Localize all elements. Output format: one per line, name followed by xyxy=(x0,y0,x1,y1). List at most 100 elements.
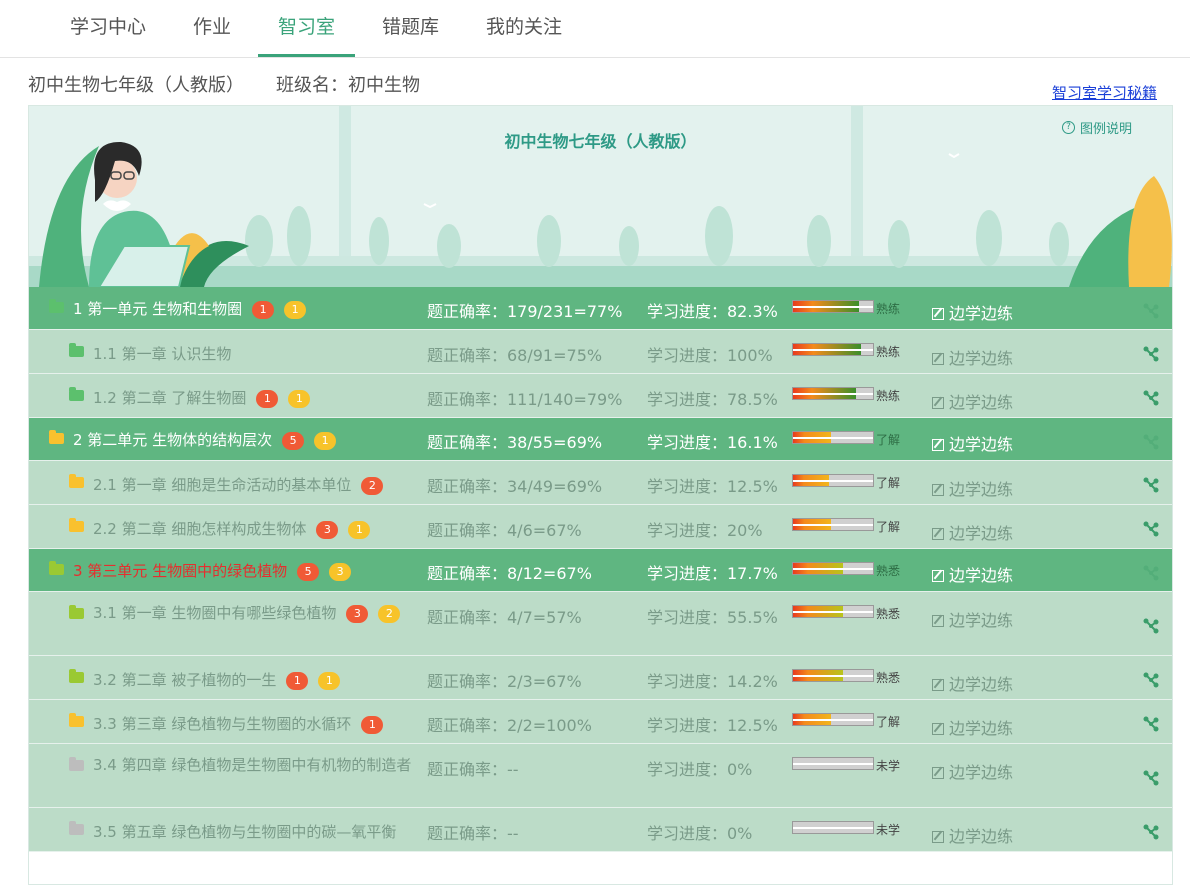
learn-and-practice-button[interactable]: 边学边练 xyxy=(932,607,1013,631)
progress-text: 学习进度：12.5% xyxy=(647,477,778,496)
chapter-row[interactable]: 3.2 第二章 被子植物的一生 1 1 题正确率：2/3=67% 学习进度：14.2% 熟… xyxy=(29,656,1172,700)
learn-and-practice-button[interactable]: 边学边练 xyxy=(932,389,1013,413)
pending-count-badge[interactable]: 1 xyxy=(314,432,337,450)
chapter-title[interactable]: 2.1 第一章 细胞是生命活动的基本单位 2 xyxy=(93,474,384,495)
progress-text: 学习进度：100% xyxy=(647,346,773,365)
tab-smart-study-room[interactable]: 智习室 xyxy=(258,0,356,57)
edit-icon xyxy=(932,679,944,691)
edit-icon xyxy=(932,831,944,843)
progress-text: 学习进度：0% xyxy=(647,760,753,779)
chapter-title[interactable]: 3.5 第五章 绿色植物与生物圈中的碳—氧平衡 xyxy=(93,821,396,842)
chapter-title[interactable]: 3.1 第一章 生物圈中有哪些绿色植物 3 2 xyxy=(93,601,433,625)
learn-and-practice-button[interactable]: 边学边练 xyxy=(932,345,1013,369)
edit-icon xyxy=(932,439,944,451)
chapter-title[interactable]: 3.3 第三章 绿色植物与生物圈的水循环 1 xyxy=(93,713,384,734)
chapter-row[interactable]: 3.1 第一章 生物圈中有哪些绿色植物 3 2 题正确率：4/7=57% 学习进度：55… xyxy=(29,592,1172,656)
learn-and-practice-button[interactable]: 边学边练 xyxy=(932,671,1013,695)
learn-label: 边学边练 xyxy=(949,480,1014,499)
learn-and-practice-button[interactable]: 边学边练 xyxy=(932,562,1013,586)
help-circle-icon: ? xyxy=(1061,121,1075,134)
learn-and-practice-button[interactable]: 边学边练 xyxy=(932,476,1013,500)
wrong-count-badge[interactable]: 1 xyxy=(361,716,384,734)
learn-and-practice-button[interactable]: 边学边练 xyxy=(932,300,1013,324)
edit-icon xyxy=(932,615,944,627)
mastery-level: 熟悉 xyxy=(876,671,901,685)
learn-and-practice-button[interactable]: 边学边练 xyxy=(932,520,1013,544)
chapter-row[interactable]: 1.1 第一章 认识生物 题正确率：68/91=75% 学习进度：100% 熟练 边学边… xyxy=(29,330,1172,374)
accuracy-text: 题正确率：68/91=75% xyxy=(427,346,603,365)
mastery-bar xyxy=(792,518,874,531)
chapter-title[interactable]: 3.2 第二章 被子植物的一生 1 1 xyxy=(93,669,341,690)
folder-icon xyxy=(49,430,64,444)
chapter-title[interactable]: 1.1 第一章 认识生物 xyxy=(93,343,231,364)
edit-icon xyxy=(932,397,944,409)
mastery-bar xyxy=(792,821,874,834)
knowledge-graph-icon[interactable] xyxy=(1142,715,1160,733)
learn-and-practice-button[interactable]: 边学边练 xyxy=(932,431,1013,455)
chapter-title-text: 2.2 第二章 细胞怎样构成生物体 xyxy=(93,520,307,538)
chapter-title[interactable]: 3 第三单元 生物圈中的绿色植物 5 3 xyxy=(73,560,352,581)
course-title-bar: 初中生物七年级（人教版） 班级名：初中生物 智习室学习秘籍 xyxy=(0,58,1190,104)
learn-label: 边学边练 xyxy=(949,827,1014,846)
chapter-title[interactable]: 3.4 第四章 绿色植物是生物圈中有机物的制造者 xyxy=(93,753,433,777)
knowledge-graph-icon[interactable] xyxy=(1142,671,1160,689)
learn-and-practice-button[interactable]: 边学边练 xyxy=(932,715,1013,739)
mastery-bar xyxy=(792,474,874,487)
chapter-title[interactable]: 1.2 第二章 了解生物圈 1 1 xyxy=(93,387,311,408)
chapter-title-text: 1.2 第二章 了解生物圈 xyxy=(93,389,247,407)
knowledge-graph-icon[interactable] xyxy=(1142,302,1160,320)
pending-count-badge[interactable]: 2 xyxy=(378,605,401,623)
tab-my-follows[interactable]: 我的关注 xyxy=(486,0,562,57)
tab-learning-center[interactable]: 学习中心 xyxy=(70,0,146,57)
learn-and-practice-button[interactable]: 边学边练 xyxy=(932,823,1013,847)
pending-count-badge[interactable]: 1 xyxy=(348,521,371,539)
pending-count-badge[interactable]: 1 xyxy=(318,672,341,690)
knowledge-graph-icon[interactable] xyxy=(1142,520,1160,538)
chapter-title[interactable]: 1 第一单元 生物和生物圈 1 1 xyxy=(73,298,307,319)
knowledge-graph-icon[interactable] xyxy=(1142,476,1160,494)
unit-row[interactable]: 2 第二单元 生物体的结构层次 5 1 题正确率：38/55=69% 学习进度：16.1… xyxy=(29,418,1172,461)
wrong-count-badge[interactable]: 3 xyxy=(316,521,339,539)
knowledge-graph-icon[interactable] xyxy=(1142,617,1160,635)
knowledge-graph-icon[interactable] xyxy=(1142,769,1160,787)
chapter-title[interactable]: 2.2 第二章 细胞怎样构成生物体 3 1 xyxy=(93,518,371,539)
unit-row[interactable]: 3 第三单元 生物圈中的绿色植物 5 3 题正确率：8/12=67% 学习进度：17.7… xyxy=(29,549,1172,592)
legend-help[interactable]: ? 图例说明 xyxy=(1061,118,1132,137)
accuracy-text: 题正确率：4/6=67% xyxy=(427,521,582,540)
progress-text: 学习进度：14.2% xyxy=(647,672,778,691)
mastery-level: 熟练 xyxy=(876,302,901,316)
chapter-row[interactable]: 2.1 第一章 细胞是生命活动的基本单位 2 题正确率：34/49=69% 学习进度：… xyxy=(29,461,1172,505)
chapter-row[interactable]: 3.3 第三章 绿色植物与生物圈的水循环 1 题正确率：2/2=100% 学习进度：1… xyxy=(29,700,1172,744)
wrong-count-badge[interactable]: 1 xyxy=(252,301,275,319)
knowledge-graph-icon[interactable] xyxy=(1142,389,1160,407)
pending-count-badge[interactable]: 1 xyxy=(284,301,307,319)
tab-mistake-bank[interactable]: 错题库 xyxy=(382,0,439,57)
chapter-row[interactable]: 3.5 第五章 绿色植物与生物圈中的碳—氧平衡 题正确率：-- 学习进度：0% 未学 边… xyxy=(29,808,1172,852)
chapter-row[interactable]: 3.4 第四章 绿色植物是生物圈中有机物的制造者 题正确率：-- 学习进度：0% 未学… xyxy=(29,744,1172,808)
tab-homework[interactable]: 作业 xyxy=(193,0,231,57)
learn-label: 边学边练 xyxy=(949,349,1014,368)
wrong-count-badge[interactable]: 3 xyxy=(346,605,369,623)
wrong-count-badge[interactable]: 1 xyxy=(286,672,309,690)
wrong-count-badge[interactable]: 5 xyxy=(282,432,305,450)
pending-count-badge[interactable]: 3 xyxy=(329,563,352,581)
wrong-count-badge[interactable]: 5 xyxy=(297,563,320,581)
knowledge-graph-icon[interactable] xyxy=(1142,823,1160,841)
accuracy-text: 题正确率：-- xyxy=(427,824,519,843)
folder-icon xyxy=(69,605,84,619)
unit-row[interactable]: 1 第一单元 生物和生物圈 1 1 题正确率：179/231=77% 学习进度：82.3… xyxy=(29,287,1172,330)
chapter-row[interactable]: 2.2 第二章 细胞怎样构成生物体 3 1 题正确率：4/6=67% 学习进度：20% 了… xyxy=(29,505,1172,549)
chapter-row[interactable]: 1.2 第二章 了解生物圈 1 1 题正确率：111/140=79% 学习进度：78.5… xyxy=(29,374,1172,418)
learn-and-practice-button[interactable]: 边学边练 xyxy=(932,759,1013,783)
pending-count-badge[interactable]: 1 xyxy=(288,390,311,408)
folder-icon xyxy=(49,299,64,313)
knowledge-graph-icon[interactable] xyxy=(1142,433,1160,451)
study-tips-link[interactable]: 智习室学习秘籍 xyxy=(1052,82,1157,103)
progress-text: 学习进度：55.5% xyxy=(647,608,778,627)
wrong-count-badge[interactable]: 1 xyxy=(256,390,279,408)
folder-icon xyxy=(69,387,84,401)
knowledge-graph-icon[interactable] xyxy=(1142,345,1160,363)
wrong-count-badge[interactable]: 2 xyxy=(361,477,384,495)
chapter-title[interactable]: 2 第二单元 生物体的结构层次 5 1 xyxy=(73,429,337,450)
knowledge-graph-icon[interactable] xyxy=(1142,564,1160,582)
